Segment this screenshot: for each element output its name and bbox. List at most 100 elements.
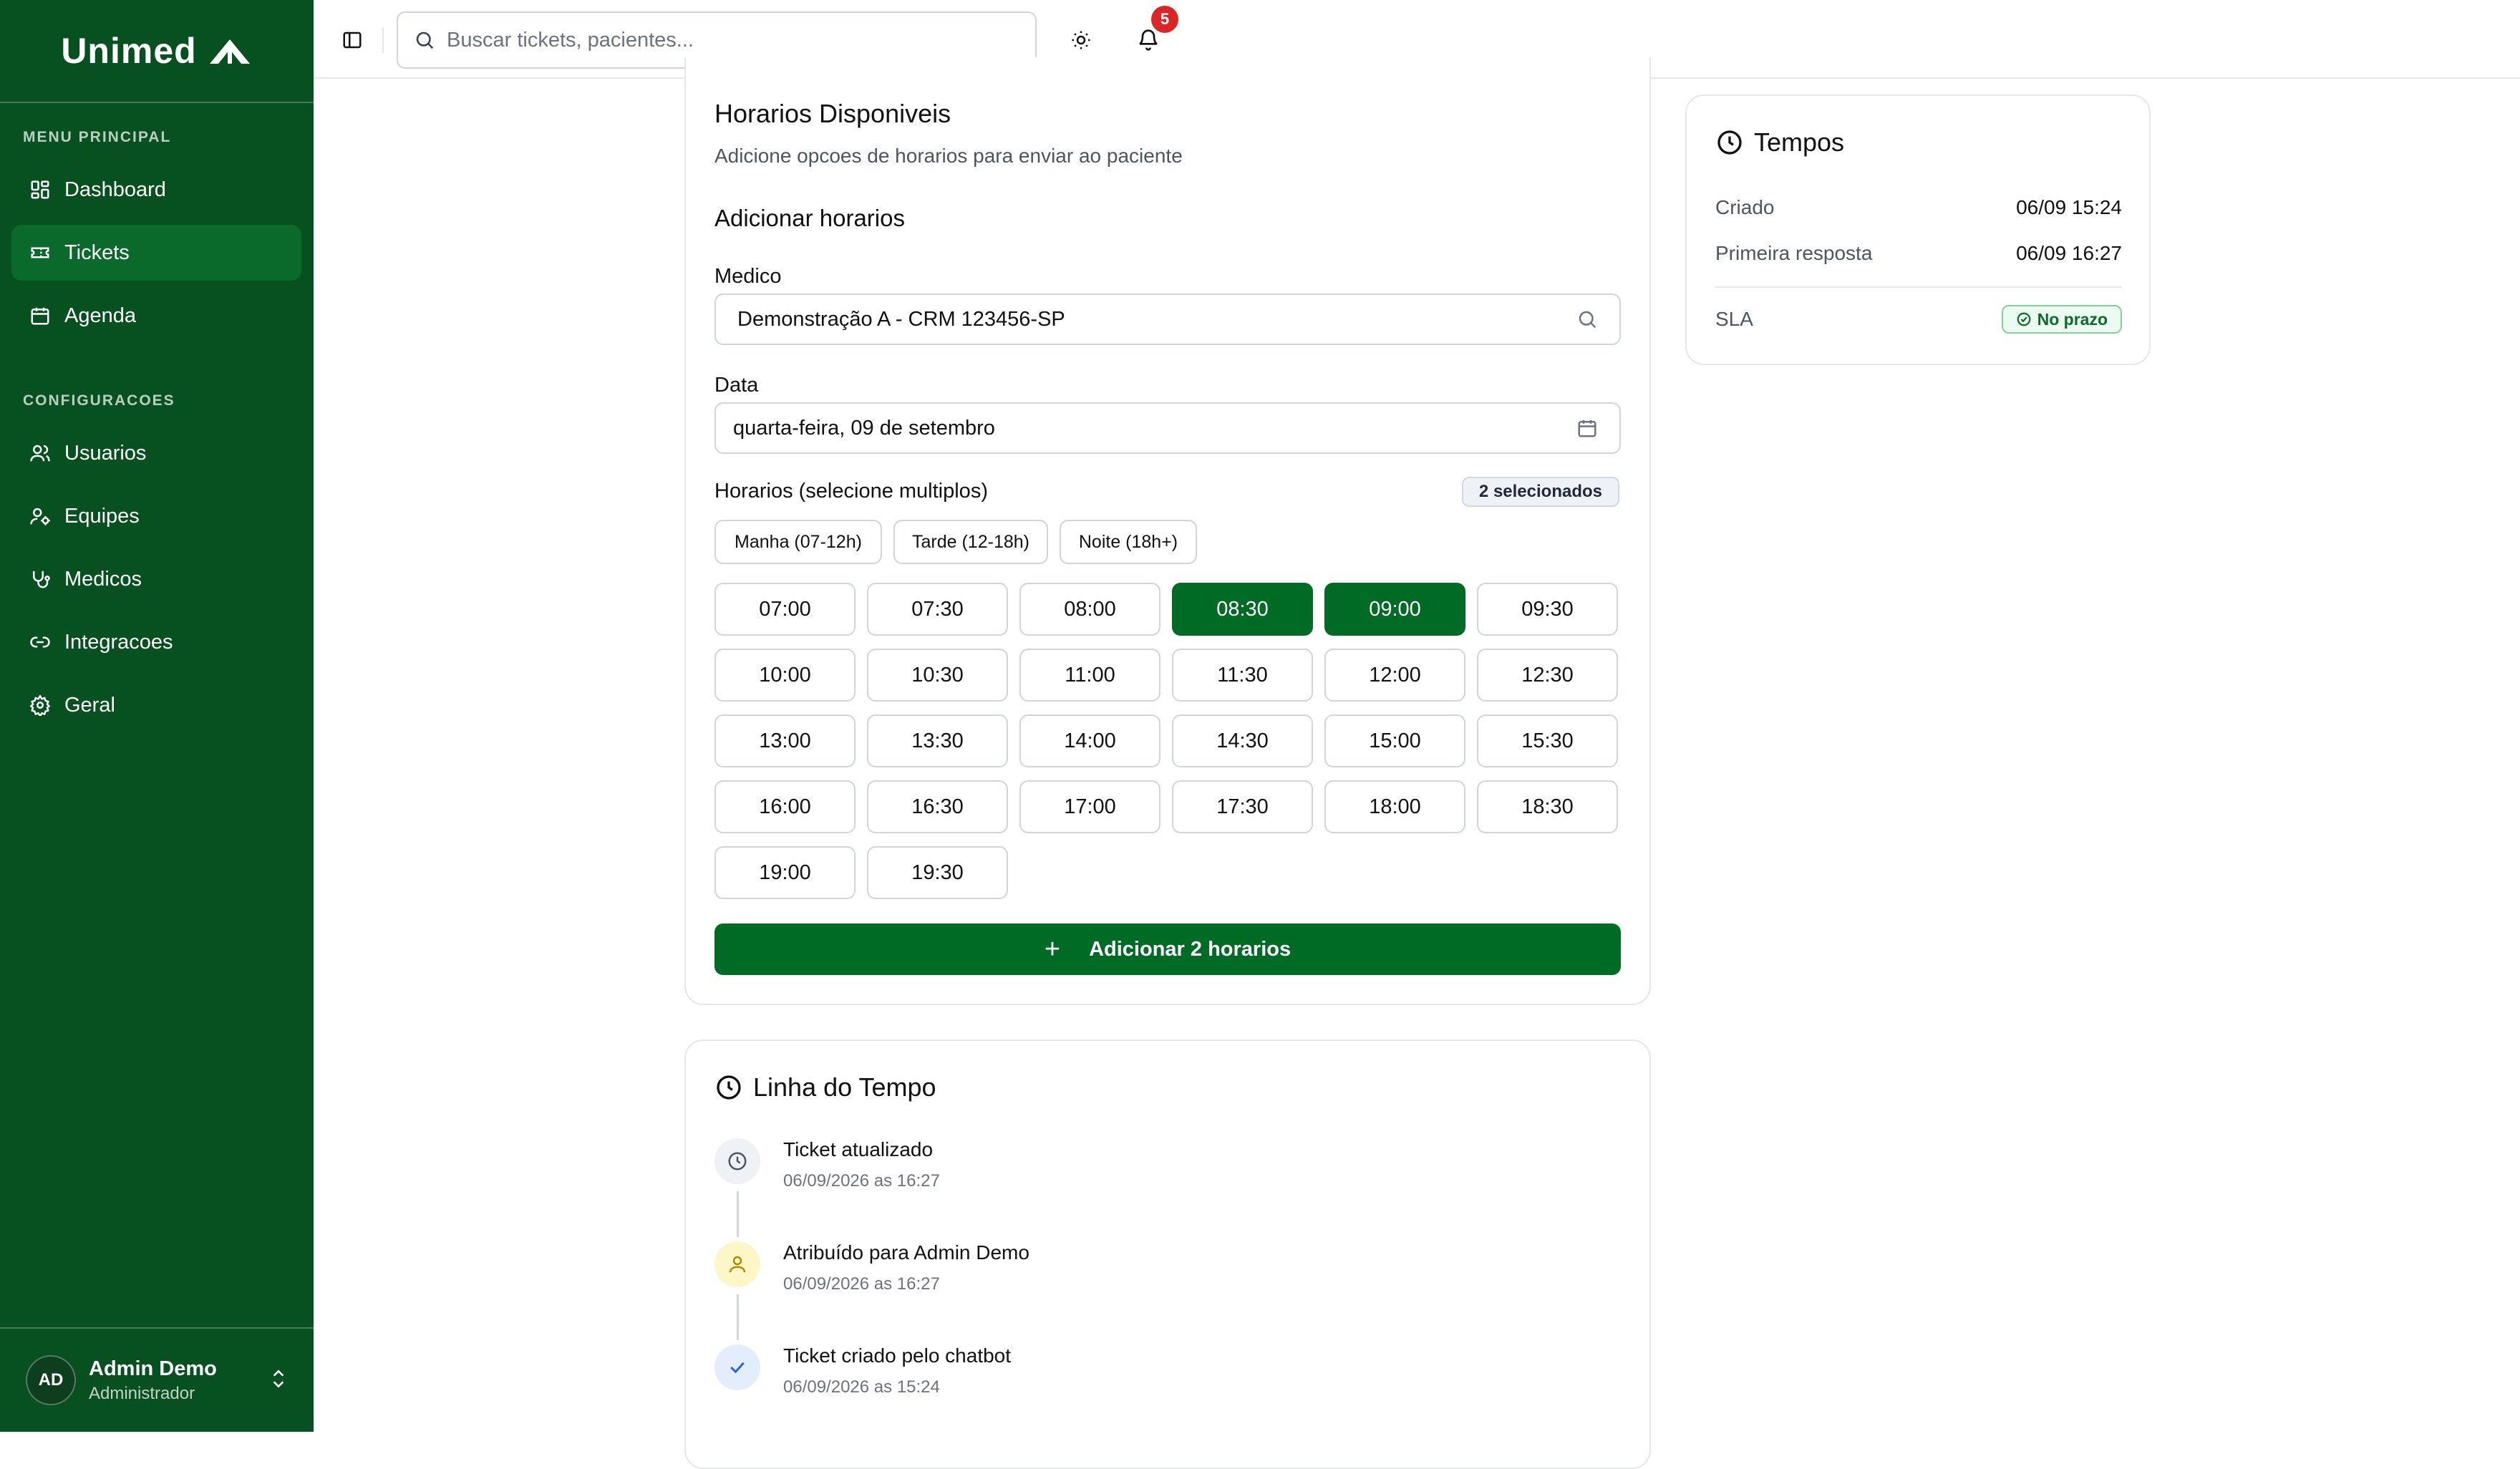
brand-logo-text: Unimed	[61, 31, 197, 71]
time-slot-button[interactable]: 13:00	[714, 714, 856, 767]
time-slot-button[interactable]: 19:00	[714, 846, 856, 899]
user-menu[interactable]: AD Admin Demo Administrador	[0, 1327, 314, 1432]
horarios-title: Horarios Disponiveis	[714, 99, 951, 128]
criado-label: Criado	[1715, 196, 1775, 218]
section-label-main: MENU PRINCIPAL	[23, 129, 172, 145]
tempos-title: Tempos	[1754, 127, 1845, 157]
time-slot-button[interactable]: 08:00	[1019, 583, 1160, 636]
selected-count-badge: 2 selecionados	[1461, 477, 1619, 507]
time-slot-button[interactable]: 15:30	[1477, 714, 1618, 767]
timeline-card: Linha do Tempo Ticket atualizado 06/09/2…	[684, 1039, 1651, 1469]
time-slot-button[interactable]: 09:30	[1477, 583, 1618, 636]
time-slot-button[interactable]: 09:00	[1324, 583, 1465, 636]
sidebar: Unimed MENU PRINCIPAL Dashboard Tickets …	[0, 0, 314, 1432]
chevron-up-down-icon	[269, 1368, 288, 1393]
ticket-icon	[24, 237, 56, 268]
time-slot-button[interactable]: 12:30	[1477, 649, 1618, 702]
sidebar-item-medicos[interactable]: Medicos	[11, 551, 301, 607]
unimed-mark-icon	[209, 39, 250, 64]
criado-value: 06/09 15:24	[2016, 196, 2122, 218]
timeline-event-title: Atribuído para Admin Demo	[783, 1241, 1029, 1264]
plus-icon: +	[1044, 934, 1061, 964]
clock-icon	[1717, 130, 1742, 155]
link-icon	[24, 626, 56, 658]
sidebar-item-label: Dashboard	[64, 178, 166, 201]
sidebar-item-label: Integracoes	[64, 630, 173, 654]
theme-toggle-button[interactable]	[1064, 23, 1098, 57]
primeira-resposta-value: 06/09 16:27	[2016, 242, 2122, 264]
sidebar-item-label: Geral	[64, 693, 115, 717]
sidebar-item-dashboard[interactable]: Dashboard	[11, 162, 301, 218]
sidebar-item-agenda[interactable]: Agenda	[11, 288, 301, 344]
search-input[interactable]	[445, 27, 1004, 53]
topbar-divider	[382, 27, 384, 53]
user-name: Admin Demo	[89, 1357, 217, 1380]
time-slot-button[interactable]: 11:30	[1172, 649, 1313, 702]
filter-manha-button[interactable]: Manha (07-12h)	[714, 520, 882, 564]
sidebar-item-usuarios[interactable]: Usuarios	[11, 425, 301, 481]
bell-icon	[1139, 29, 1158, 51]
sidebar-toggle-icon	[343, 31, 362, 49]
timeline-event: Ticket criado pelo chatbot 06/09/2026 as…	[714, 1344, 1574, 1416]
section-label-config: CONFIGURACOES	[23, 392, 175, 409]
tempos-card: Tempos Criado 06/09 15:24 Primeira respo…	[1685, 94, 2151, 365]
timeline-event: Ticket atualizado 06/09/2026 as 16:27	[714, 1138, 1574, 1237]
time-slot-button[interactable]: 14:00	[1019, 714, 1160, 767]
time-slot-button[interactable]: 17:00	[1019, 780, 1160, 833]
sidebar-item-integracoes[interactable]: Integracoes	[11, 614, 301, 670]
time-slot-button[interactable]: 12:00	[1324, 649, 1465, 702]
sidebar-item-geral[interactable]: Geral	[11, 677, 301, 733]
add-horarios-heading: Adicionar horarios	[714, 205, 905, 231]
time-slot-button[interactable]: 16:00	[714, 780, 856, 833]
sidebar-item-label: Medicos	[64, 567, 142, 591]
time-slot-button[interactable]: 10:00	[714, 649, 856, 702]
time-slot-grid: 07:00 07:30 08:00 08:30 09:00 09:30 10:00 10:30…	[714, 583, 1624, 899]
time-slot-button[interactable]: 11:00	[1019, 649, 1160, 702]
check-circle-icon	[2017, 312, 2030, 326]
brand-logo[interactable]: Unimed	[0, 0, 314, 103]
sidebar-item-equipes[interactable]: Equipes	[11, 488, 301, 544]
sun-icon	[1072, 31, 1090, 49]
sidebar-item-label: Tickets	[64, 241, 130, 264]
filter-tarde-button[interactable]: Tarde (12-18h)	[893, 520, 1048, 564]
sidebar-item-label: Equipes	[64, 504, 140, 528]
time-slot-button[interactable]: 18:00	[1324, 780, 1465, 833]
timeline-event-date: 06/09/2026 as 15:24	[783, 1377, 940, 1397]
timeline-event-date: 06/09/2026 as 16:27	[783, 1274, 940, 1294]
check-icon	[714, 1344, 760, 1390]
time-slot-button[interactable]: 07:30	[867, 583, 1008, 636]
sla-status-text: No prazo	[2037, 309, 2108, 329]
data-label: Data	[714, 374, 759, 397]
time-slot-button[interactable]: 08:30	[1172, 583, 1313, 636]
medico-value: Demonstração A - CRM 123456-SP	[737, 307, 1065, 331]
time-slot-button[interactable]: 15:00	[1324, 714, 1465, 767]
sidebar-item-label: Agenda	[64, 304, 136, 327]
time-slot-button[interactable]: 16:30	[867, 780, 1008, 833]
add-horarios-label: Adicionar 2 horarios	[1089, 937, 1292, 961]
user-role: Administrador	[89, 1383, 195, 1403]
timeline-connector	[737, 1294, 739, 1340]
date-picker[interactable]: quarta-feira, 09 de setembro	[714, 402, 1621, 454]
time-slot-button[interactable]: 07:00	[714, 583, 856, 636]
calendar-icon	[24, 300, 56, 331]
date-value: quarta-feira, 09 de setembro	[733, 416, 995, 440]
time-slot-button[interactable]: 18:30	[1477, 780, 1618, 833]
sidebar-toggle-button[interactable]	[336, 24, 368, 56]
time-slot-button[interactable]: 14:30	[1172, 714, 1313, 767]
add-horarios-button[interactable]: + Adicionar 2 horarios	[714, 923, 1621, 975]
timeline-event-title: Ticket criado pelo chatbot	[783, 1344, 1012, 1367]
horarios-subtitle: Adicione opcoes de horarios para enviar …	[714, 145, 1183, 167]
time-slot-button[interactable]: 13:30	[867, 714, 1008, 767]
notification-count-badge: 5	[1151, 6, 1178, 33]
stethoscope-icon	[24, 563, 56, 595]
filter-noite-button[interactable]: Noite (18h+)	[1060, 520, 1197, 564]
primeira-resposta-label: Primeira resposta	[1715, 242, 1873, 264]
sidebar-item-tickets[interactable]: Tickets	[11, 225, 301, 281]
search-icon	[1579, 311, 1596, 329]
time-slot-button[interactable]: 19:30	[867, 846, 1008, 899]
medico-select[interactable]: Demonstração A - CRM 123456-SP	[714, 294, 1621, 345]
team-icon	[24, 500, 56, 532]
time-slot-button[interactable]: 10:30	[867, 649, 1008, 702]
time-slot-button[interactable]: 17:30	[1172, 780, 1313, 833]
dashboard-icon	[24, 174, 56, 205]
